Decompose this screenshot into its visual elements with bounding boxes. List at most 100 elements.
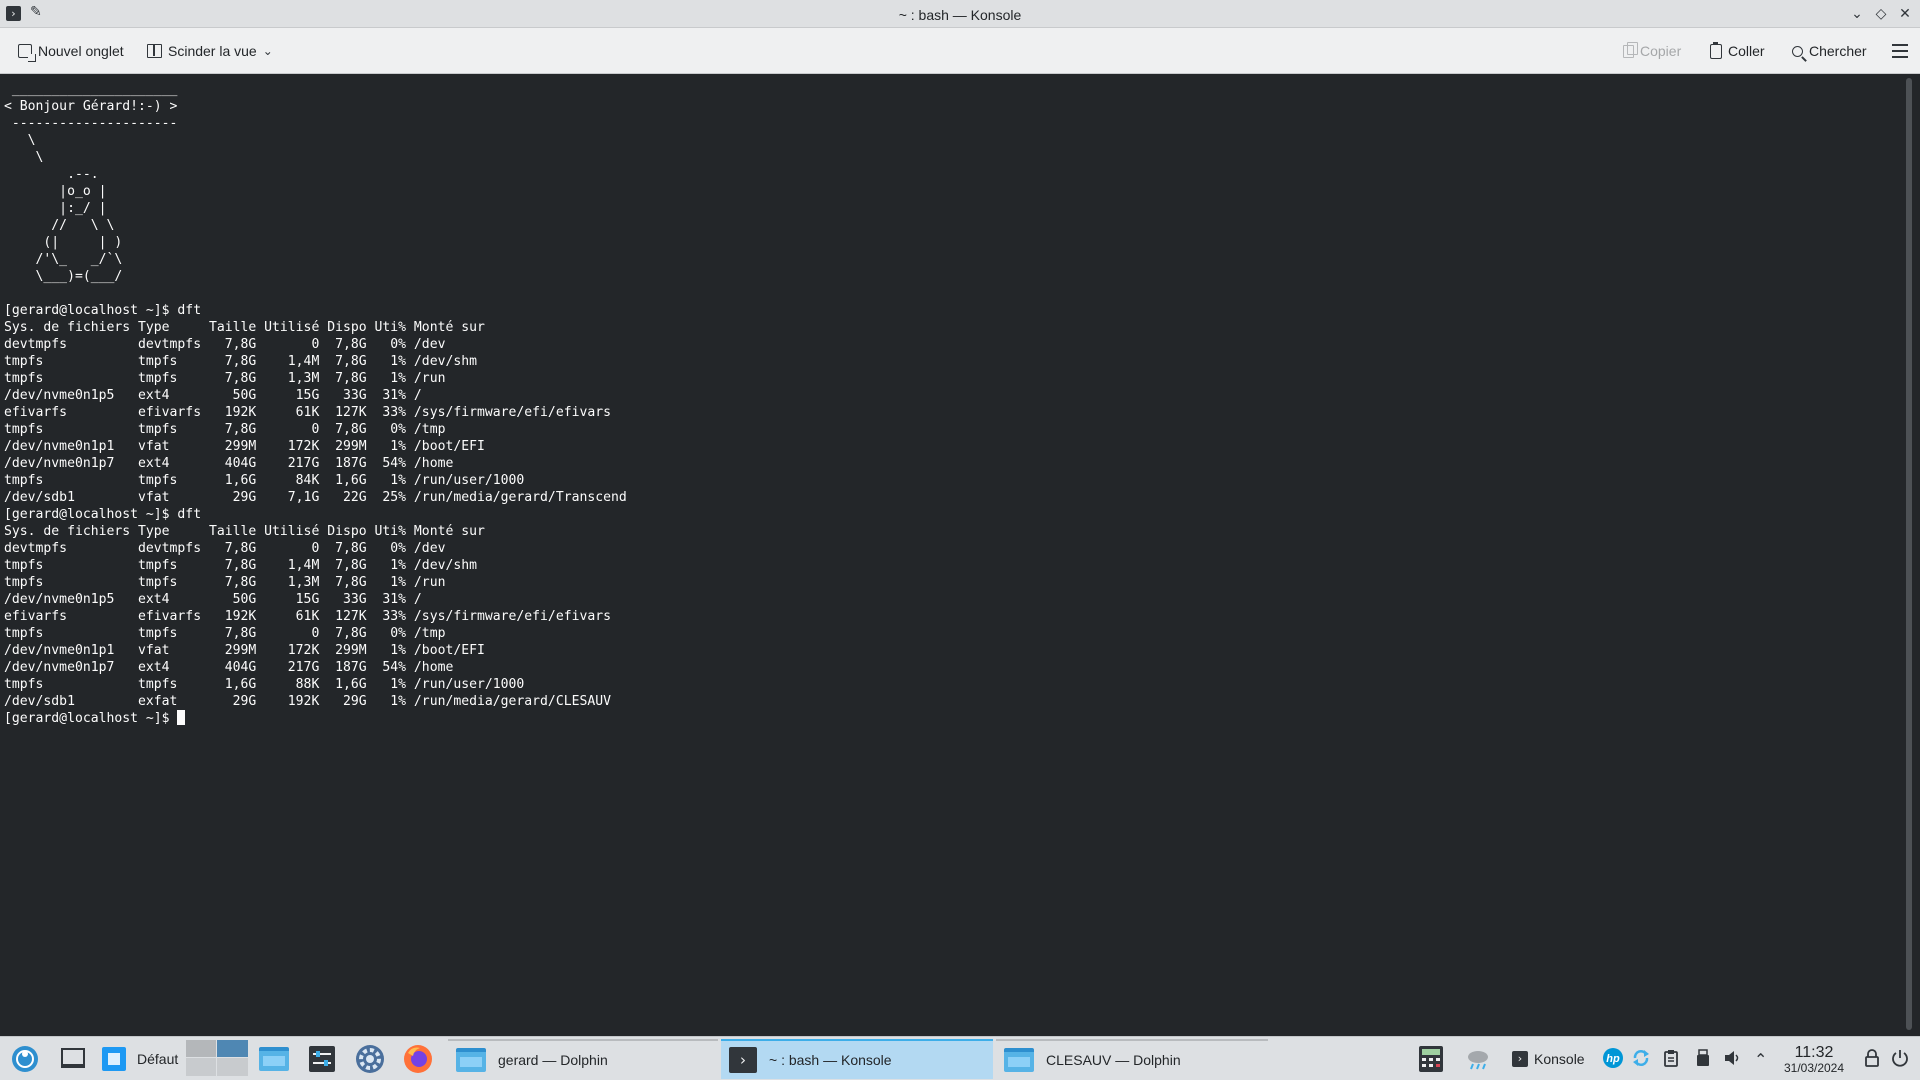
task-label: gerard — Dolphin	[498, 1052, 608, 1068]
terminal-line: // \ \	[51, 218, 115, 233]
tray-konsole[interactable]: › Konsole	[1512, 1041, 1585, 1077]
copy-label: Copier	[1640, 43, 1682, 59]
power-icon[interactable]	[1891, 1049, 1909, 1067]
search-label: Chercher	[1809, 43, 1867, 59]
launcher-system-settings[interactable]	[304, 1041, 340, 1077]
terminal-line: /'\_ _/`\	[35, 252, 123, 267]
terminal-line: Sys. de fichiers Type Taille Utilisé Dis…	[4, 320, 485, 335]
konsole-icon: ›	[729, 1047, 757, 1073]
terminal-line: \	[35, 150, 44, 165]
terminal-line: Sys. de fichiers Type Taille Utilisé Dis…	[4, 524, 485, 539]
terminal-history: _____________________ < Bonjour Gérard!:…	[4, 82, 627, 709]
konsole-toolbar: Nouvel onglet Scinder la vue ⌄ Copier Co…	[0, 28, 1920, 74]
terminal-line: (| | )	[43, 235, 123, 250]
terminal-line: devtmpfs devtmpfs 7,8G 0 7,8G 0% /dev	[4, 337, 446, 352]
paste-label: Coller	[1728, 43, 1765, 59]
activity-icon	[102, 1047, 126, 1071]
paste-button[interactable]: Coller	[1704, 37, 1771, 65]
application-launcher[interactable]	[7, 1041, 43, 1077]
new-tab-icon	[18, 44, 36, 62]
terminal-line: /dev/nvme0n1p7 ext4 404G 217G 187G 54% /…	[4, 456, 454, 471]
split-view-icon	[147, 44, 162, 58]
maximize-button[interactable]: ◇	[1871, 4, 1891, 24]
launcher-discover[interactable]	[352, 1041, 388, 1077]
terminal-line: /dev/sdb1 vfat 29G 7,1G 22G 25% /run/med…	[4, 490, 627, 505]
clipboard-icon[interactable]	[1662, 1049, 1680, 1067]
window-titlebar[interactable]: › ✎ ~ : bash — Konsole ⌄ ◇ ✕	[0, 0, 1920, 28]
desktop-icon	[61, 1048, 85, 1068]
folder-icon	[456, 1048, 486, 1072]
folder-icon	[259, 1047, 289, 1071]
chevron-down-icon: ⌄	[1851, 6, 1863, 22]
search-icon	[1792, 45, 1803, 57]
diamond-icon: ◇	[1875, 6, 1887, 22]
terminal-line: |o_o |	[59, 184, 107, 199]
tray-konsole-label: Konsole	[1534, 1051, 1585, 1067]
volume-icon[interactable]	[1723, 1049, 1741, 1067]
terminal-line: tmpfs tmpfs 1,6G 84K 1,6G 1% /run/user/1…	[4, 473, 525, 488]
svg-text:hp: hp	[1606, 1053, 1620, 1065]
tray-expand-button[interactable]: ⌃	[1754, 1041, 1767, 1077]
launcher-dolphin[interactable]	[256, 1041, 292, 1077]
removable-device-icon[interactable]	[1694, 1049, 1712, 1067]
terminal-output: _____________________ < Bonjour Gérard!:…	[0, 74, 1904, 727]
text-cursor	[177, 710, 186, 725]
hp-printer-icon[interactable]: hp	[1602, 1047, 1624, 1069]
clock-date: 31/03/2024	[1783, 1061, 1845, 1075]
task-label: CLESAUV — Dolphin	[1046, 1052, 1181, 1068]
terminal-line: /dev/sdb1 exfat 29G 192K 29G 1% /run/med…	[4, 694, 611, 709]
folder-icon	[1004, 1048, 1034, 1072]
terminal-line: tmpfs tmpfs 7,8G 0 7,8G 0% /tmp	[4, 422, 446, 437]
terminal-line: \	[27, 133, 36, 148]
terminal-line: /dev/nvme0n1p7 ext4 404G 217G 187G 54% /…	[4, 660, 454, 675]
copy-icon	[1623, 41, 1638, 58]
close-button[interactable]: ✕	[1895, 4, 1915, 24]
terminal-line: /dev/nvme0n1p1 vfat 299M 172K 299M 1% /b…	[4, 643, 485, 658]
firefox-icon	[404, 1045, 432, 1073]
window-title: ~ : bash — Konsole	[898, 7, 1022, 23]
task-dolphin-gerard[interactable]: gerard — Dolphin	[448, 1039, 718, 1079]
new-tab-label: Nouvel onglet	[38, 43, 124, 59]
sync-icon[interactable]	[1632, 1049, 1650, 1067]
show-desktop-button[interactable]	[55, 1041, 91, 1077]
tray-calculator[interactable]	[1413, 1041, 1449, 1077]
terminal-line: .--.	[67, 167, 99, 182]
terminal-line: tmpfs tmpfs 7,8G 1,3M 7,8G 1% /run	[4, 575, 446, 590]
chevron-up-icon: ⌃	[1754, 1049, 1768, 1069]
task-konsole[interactable]: › ~ : bash — Konsole	[721, 1039, 993, 1079]
gear-icon	[356, 1045, 384, 1073]
search-button[interactable]: Chercher	[1786, 37, 1873, 65]
clock-time: 11:32	[1794, 1044, 1834, 1061]
launcher-firefox[interactable]	[400, 1041, 436, 1077]
terminal-view[interactable]: _____________________ < Bonjour Gérard!:…	[0, 74, 1904, 1036]
chevron-down-icon: ⌄	[262, 44, 273, 58]
terminal-line: efivarfs efivarfs 192K 61K 127K 33% /sys…	[4, 405, 611, 420]
terminal-line: [gerard@localhost ~]$ dft	[4, 507, 202, 522]
tray-weather[interactable]	[1460, 1041, 1496, 1077]
pager-icon	[186, 1040, 248, 1076]
terminal-line: devtmpfs devtmpfs 7,8G 0 7,8G 0% /dev	[4, 541, 446, 556]
copy-button[interactable]: Copier	[1617, 37, 1687, 65]
konsole-icon: ›	[1512, 1051, 1528, 1067]
paste-icon	[1710, 41, 1722, 59]
terminal-line: |:_/ |	[59, 201, 107, 216]
terminal-line: tmpfs tmpfs 7,8G 1,4M 7,8G 1% /dev/shm	[4, 558, 477, 573]
terminal-line: < Bonjour Gérard!:-) >	[4, 99, 178, 114]
activity-switcher[interactable]: Défaut	[101, 1041, 178, 1077]
terminal-line: _____________________	[11, 82, 178, 97]
terminal-line: efivarfs efivarfs 192K 61K 127K 33% /sys…	[4, 609, 611, 624]
terminal-line: tmpfs tmpfs 1,6G 88K 1,6G 1% /run/user/1…	[4, 677, 525, 692]
hamburger-menu-icon[interactable]	[1892, 44, 1908, 58]
terminal-prompt: [gerard@localhost ~]$	[4, 711, 178, 726]
terminal-line: \___)=(___/	[35, 269, 123, 284]
new-tab-button[interactable]: Nouvel onglet	[12, 37, 130, 65]
weather-rain-icon	[1468, 1051, 1488, 1070]
lock-screen-icon[interactable]	[1863, 1049, 1881, 1067]
minimize-button[interactable]: ⌄	[1847, 4, 1867, 24]
calculator-icon	[1419, 1046, 1443, 1072]
digital-clock[interactable]: 11:32 31/03/2024	[1774, 1044, 1854, 1076]
virtual-desktop-pager[interactable]	[186, 1040, 248, 1076]
split-view-button[interactable]: Scinder la vue ⌄	[141, 37, 279, 65]
terminal-scrollbar[interactable]	[1906, 78, 1912, 1030]
task-dolphin-clesauv[interactable]: CLESAUV — Dolphin	[996, 1039, 1268, 1079]
